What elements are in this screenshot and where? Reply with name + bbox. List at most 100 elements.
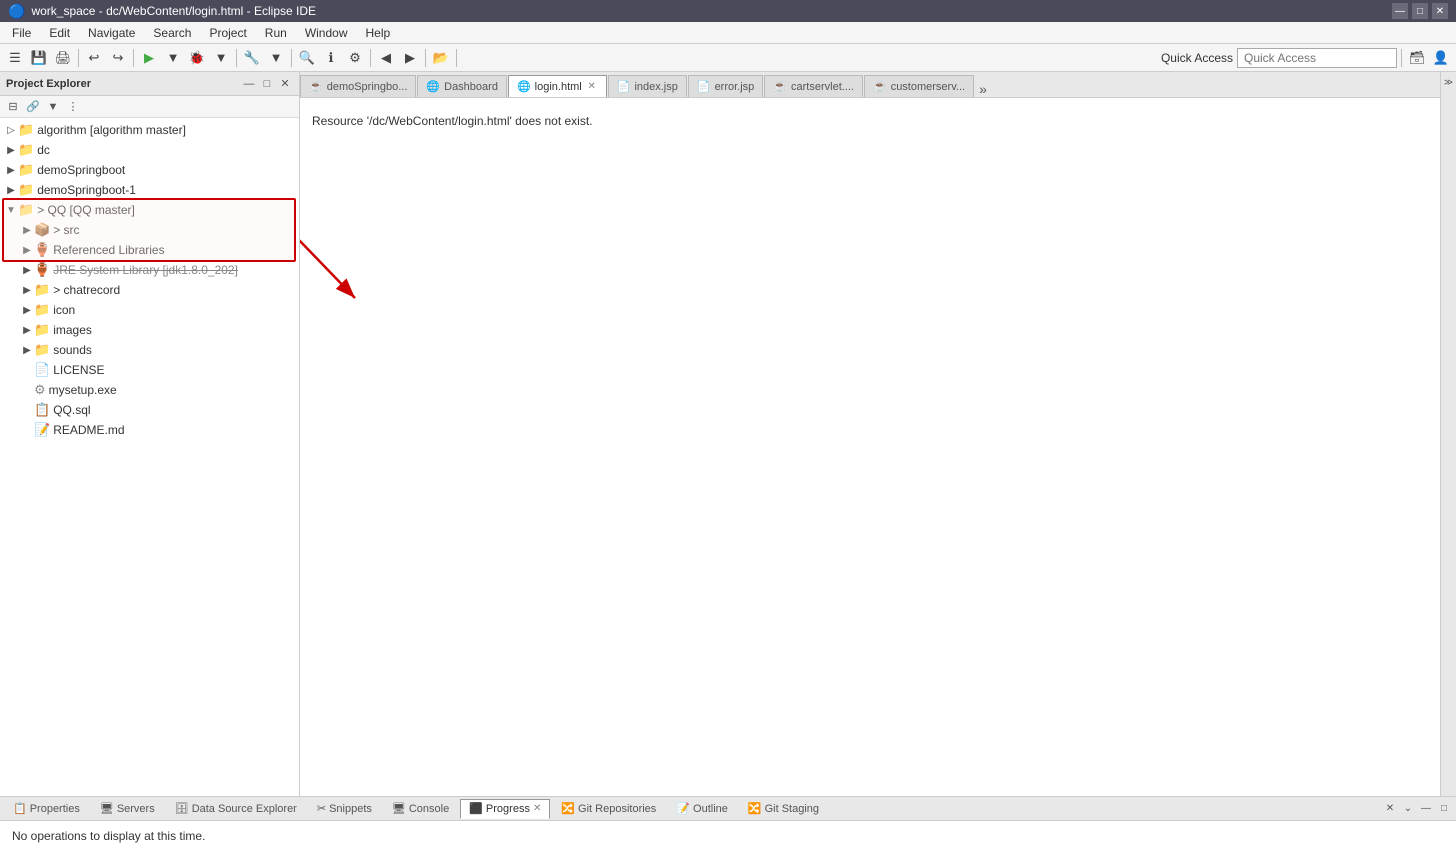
- tree-item-algorithm[interactable]: ▷📁algorithm [algorithm master]: [0, 120, 299, 140]
- tree-item-mysetup[interactable]: ⚙mysetup.exe: [0, 380, 299, 400]
- tree-icon-demoSpringboot: 📁: [18, 162, 34, 178]
- redo-button[interactable]: ↪: [107, 47, 129, 69]
- maximize-button[interactable]: □: [1412, 3, 1428, 19]
- tab-cartservlet[interactable]: ☕cartservlet....: [764, 75, 863, 97]
- quick-access-input[interactable]: [1237, 48, 1397, 68]
- minimize-button[interactable]: —: [1392, 3, 1408, 19]
- bottom-panel: 📋Properties🖥Servers🗄Data Source Explorer…: [0, 796, 1456, 857]
- tree-label-mysetup: mysetup.exe: [49, 383, 117, 397]
- bottom-tab-outline[interactable]: 📝Outline: [667, 799, 737, 819]
- sidebar-minimize-btn[interactable]: —: [241, 76, 257, 92]
- menu-search[interactable]: Search: [145, 24, 199, 42]
- bottom-tab-gitRepositories[interactable]: 🔀Git Repositories: [552, 799, 665, 819]
- bottom-ctrl-0[interactable]: ✕: [1382, 801, 1398, 817]
- build-button[interactable]: 🔧: [241, 47, 263, 69]
- open-type[interactable]: 📂: [430, 47, 452, 69]
- debug-dropdown[interactable]: ▼: [210, 47, 232, 69]
- menu-window[interactable]: Window: [297, 24, 356, 42]
- menu-run[interactable]: Run: [257, 24, 295, 42]
- toolbar-sep-1: [78, 49, 79, 67]
- bottom-tab-progress[interactable]: ⬛Progress✕: [460, 799, 550, 819]
- menu-project[interactable]: Project: [201, 24, 254, 42]
- tree-item-LICENSE[interactable]: 📄LICENSE: [0, 360, 299, 380]
- debug-button[interactable]: 🐞: [186, 47, 208, 69]
- tab-demoSpringbo[interactable]: ☕demoSpringbo...: [300, 75, 416, 97]
- collapse-all-btn[interactable]: ⊟: [4, 98, 22, 116]
- undo-button[interactable]: ↩: [83, 47, 105, 69]
- nav-fwd[interactable]: ▶: [399, 47, 421, 69]
- run-button[interactable]: ▶: [138, 47, 160, 69]
- menu-help[interactable]: Help: [358, 24, 399, 42]
- link-with-editor-btn[interactable]: 🔗: [24, 98, 42, 116]
- right-panel-btn[interactable]: ≫: [1441, 74, 1456, 90]
- bottom-tab-icon-snippets: ✂: [317, 802, 326, 815]
- menu-file[interactable]: File: [4, 24, 39, 42]
- tree-item-referencedLibraries[interactable]: ▶🏺Referenced Libraries: [0, 240, 299, 260]
- quick-access-label: Quick Access: [1161, 51, 1233, 65]
- perspective-btn2[interactable]: 👤: [1430, 47, 1452, 69]
- save-button[interactable]: 💾: [28, 47, 50, 69]
- menu-navigate[interactable]: Navigate: [80, 24, 143, 42]
- tree-label-referencedLibraries: Referenced Libraries: [53, 243, 164, 257]
- title-bar: 🔵 work_space - dc/WebContent/login.html …: [0, 0, 1456, 22]
- tree-label-src: > src: [53, 223, 79, 237]
- perspective-btn[interactable]: 🗃: [1406, 47, 1428, 69]
- bottom-tab-label-progress: Progress: [486, 803, 530, 815]
- sidebar-menu-btn[interactable]: ▼: [44, 98, 62, 116]
- app-icon: 🔵: [8, 3, 25, 20]
- tab-icon-customerserv: ☕: [873, 80, 887, 93]
- tab-loginHtml[interactable]: 🌐login.html✕: [508, 75, 607, 97]
- bottom-tab-console[interactable]: 🖥Console: [383, 799, 458, 819]
- bottom-tab-close-progress[interactable]: ✕: [533, 803, 541, 814]
- bottom-ctrl-3[interactable]: □: [1436, 801, 1452, 817]
- bottom-tab-snippets[interactable]: ✂Snippets: [308, 799, 381, 819]
- tree-item-QQsql[interactable]: 📋QQ.sql: [0, 400, 299, 420]
- tree-item-demoSpringboot1[interactable]: ▶📁demoSpringboot-1: [0, 180, 299, 200]
- print-button[interactable]: 🖨: [52, 47, 74, 69]
- run-dropdown[interactable]: ▼: [162, 47, 184, 69]
- menu-edit[interactable]: Edit: [41, 24, 78, 42]
- nav-back[interactable]: ◀: [375, 47, 397, 69]
- tab-close-loginHtml[interactable]: ✕: [586, 81, 598, 93]
- annotation-arrow: [300, 98, 415, 518]
- tree-item-sounds[interactable]: ▶📁sounds: [0, 340, 299, 360]
- bottom-tab-properties[interactable]: 📋Properties: [4, 799, 89, 819]
- tab-overflow-btn[interactable]: »: [975, 81, 991, 97]
- project-explorer: Project Explorer — □ ✕ ⊟ 🔗 ▼ ⋮ ▷📁algorit…: [0, 72, 300, 797]
- status-message: No operations to display at this time.: [12, 829, 205, 843]
- tree-toggle-demoSpringboot: ▶: [4, 165, 18, 176]
- tree-item-demoSpringboot[interactable]: ▶📁demoSpringboot: [0, 160, 299, 180]
- tab-indexJsp[interactable]: 📄index.jsp: [608, 75, 687, 97]
- quick-access-area: Quick Access: [1161, 48, 1397, 68]
- sidebar-more-btn[interactable]: ⋮: [64, 98, 82, 116]
- tab-customerserv[interactable]: ☕customerserv...: [864, 75, 974, 97]
- settings-button[interactable]: ⚙: [344, 47, 366, 69]
- close-button[interactable]: ✕: [1432, 3, 1448, 19]
- info-button[interactable]: ℹ: [320, 47, 342, 69]
- bottom-tab-gitStaging[interactable]: 🔀Git Staging: [739, 799, 828, 819]
- tree-item-images[interactable]: ▶📁images: [0, 320, 299, 340]
- bottom-tab-dataSourceExplorer[interactable]: 🗄Data Source Explorer: [166, 799, 306, 819]
- tree-item-README[interactable]: 📝README.md: [0, 420, 299, 440]
- sidebar-close-btn[interactable]: ✕: [277, 76, 293, 92]
- tree-item-src[interactable]: ▶📦> src: [0, 220, 299, 240]
- tab-Dashboard[interactable]: 🌐Dashboard: [417, 75, 507, 97]
- bottom-ctrl-1[interactable]: ⌄: [1400, 801, 1416, 817]
- tree-item-icon[interactable]: ▶📁icon: [0, 300, 299, 320]
- bottom-tab-icon-gitRepositories: 🔀: [561, 802, 575, 815]
- tree-item-jreLibrary[interactable]: ▶🏺JRE System Library [jdk1.8.0_202]: [0, 260, 299, 280]
- sidebar-maximize-btn[interactable]: □: [259, 76, 275, 92]
- new-button[interactable]: ☰: [4, 47, 26, 69]
- tree-item-dc[interactable]: ▶📁dc: [0, 140, 299, 160]
- bottom-ctrl-2[interactable]: —: [1418, 801, 1434, 817]
- tab-errorJsp[interactable]: 📄error.jsp: [688, 75, 763, 97]
- toolbar-sep-7: [456, 49, 457, 67]
- tree-icon-referencedLibraries: 🏺: [34, 242, 50, 258]
- tree-item-QQ[interactable]: ▼📁> QQ [QQ master]: [0, 200, 299, 220]
- search-btn[interactable]: 🔍: [296, 47, 318, 69]
- build-dropdown[interactable]: ▼: [265, 47, 287, 69]
- bottom-tab-servers[interactable]: 🖥Servers: [91, 799, 164, 819]
- tab-label-loginHtml: login.html: [535, 81, 582, 93]
- tree-item-chatrecord[interactable]: ▶📁> chatrecord: [0, 280, 299, 300]
- tab-icon-cartservlet: ☕: [773, 80, 787, 93]
